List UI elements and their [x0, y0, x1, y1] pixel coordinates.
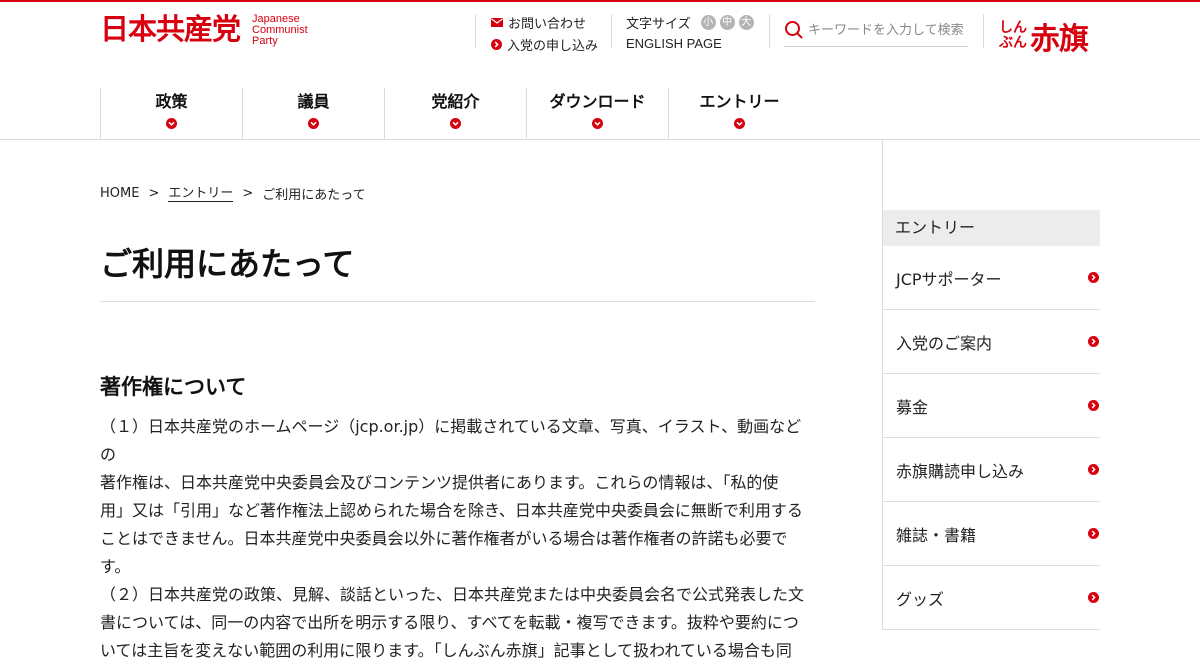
copyright-body: （１）日本共産党のホームページ（jcp.or.jp）に掲載されている文章、写真、…	[100, 413, 815, 665]
nav-label: 政策	[155, 92, 188, 111]
body-line: 著作権は、日本共産党中央委員会及びコンテンツ提供者にあります。これらの情報は、「…	[100, 473, 779, 492]
body-line: す。	[100, 557, 131, 576]
sidebar-item-label: グッズ	[896, 589, 945, 609]
font-size-small-button[interactable]: 小	[700, 14, 716, 30]
font-size-controls: 文字サイズ 小 中 大 ENGLISH PAGE	[626, 12, 754, 54]
title-divider	[100, 301, 815, 302]
site-logo[interactable]: 日本共産党 Japanese Communist Party	[100, 13, 308, 47]
arrow-circle-icon	[1088, 336, 1099, 347]
header-links: お問い合わせ 入党の申し込み	[491, 12, 598, 56]
english-page-link[interactable]: ENGLISH PAGE	[626, 34, 754, 54]
join-party-label: 入党の申し込み	[507, 38, 599, 54]
nav-item-entry[interactable]: エントリー	[668, 88, 810, 139]
sidebar-item-donation[interactable]: 募金	[883, 374, 1100, 438]
logo-japanese: 日本共産党	[100, 12, 241, 46]
nav-label: ダウンロード	[549, 92, 646, 111]
sidebar-item-label: 雑誌・書籍	[896, 525, 977, 545]
contact-link[interactable]: お問い合わせ	[491, 12, 598, 32]
font-size-label: 文字サイズ	[626, 16, 691, 32]
arrow-circle-icon	[1088, 400, 1099, 411]
header-divider	[611, 14, 612, 48]
body-line: いては主旨を変えない範囲の利用に限ります。「しんぶん赤旗」記事として扱われている…	[100, 641, 792, 660]
header-divider	[983, 14, 984, 48]
breadcrumb-home[interactable]: HOME	[100, 186, 139, 201]
body-line: ことはできません。日本共産党中央委員会以外に著作権者がいる場合は著作権者の許諾も…	[100, 529, 788, 548]
search-box	[784, 14, 968, 47]
akahata-logo-link[interactable]: しん ぶん 赤旗	[999, 14, 1089, 58]
chevron-down-icon	[308, 118, 319, 129]
logo-en-line: Party	[252, 35, 278, 47]
nav-item-policy[interactable]: 政策	[100, 88, 242, 139]
arrow-circle-icon	[1088, 464, 1099, 475]
body-line: （１）日本共産党のホームページ（jcp.or.jp）に掲載されている文章、写真、…	[100, 417, 802, 464]
sidebar-heading: エントリー	[883, 210, 1100, 246]
header-divider	[475, 14, 476, 48]
sidebar-menu: JCPサポーター 入党のご案内 募金 赤旗購読申し込み 雑誌・書籍 グッズ	[883, 246, 1100, 630]
logo-english: Japanese Communist Party	[252, 14, 308, 47]
global-nav: 政策 議員 党紹介 ダウンロード エントリー	[100, 88, 810, 139]
font-size-medium-button[interactable]: 中	[719, 14, 735, 30]
arrow-circle-icon	[1088, 592, 1099, 603]
nav-label: エントリー	[699, 92, 780, 111]
body-line: 用」又は「引用」など著作権法上認められた場合を除き、日本共産党中央委員会に無断で…	[100, 501, 803, 520]
section-title-copyright: 著作権について	[100, 375, 247, 399]
sidebar-item-label: 募金	[896, 397, 929, 417]
akahata-title: 赤旗	[1030, 22, 1089, 57]
nav-item-about[interactable]: 党紹介	[384, 88, 526, 139]
body-line: 書については、同一の内容で出所を明示する限り、すべてを転載・複写できます。抜粋や…	[100, 613, 799, 632]
arrow-circle-icon	[491, 38, 502, 50]
chevron-down-icon	[592, 118, 603, 129]
page-title: ご利用にあたって	[100, 245, 355, 283]
contact-label: お問い合わせ	[508, 16, 587, 32]
breadcrumb: HOME > エントリー > ご利用にあたって	[100, 184, 366, 204]
arrow-circle-icon	[1088, 272, 1099, 283]
breadcrumb-separator: >	[242, 186, 254, 201]
akahata-small-text: しん ぶん	[999, 21, 1027, 51]
breadcrumb-separator: >	[148, 186, 160, 201]
nav-label: 党紹介	[431, 92, 480, 111]
sidebar-item-join-guide[interactable]: 入党のご案内	[883, 310, 1100, 374]
font-size-large-button[interactable]: 大	[738, 14, 754, 30]
sidebar-item-jcp-supporter[interactable]: JCPサポーター	[883, 246, 1100, 310]
chevron-down-icon	[166, 118, 177, 129]
sidebar-item-label: 入党のご案内	[896, 333, 993, 353]
sidebar-item-label: JCPサポーター	[896, 269, 1002, 289]
chevron-down-icon	[734, 118, 745, 129]
header-divider	[769, 14, 770, 48]
sidebar-item-akahata-subscription[interactable]: 赤旗購読申し込み	[883, 438, 1100, 502]
search-icon[interactable]	[784, 20, 804, 40]
mail-icon	[491, 17, 503, 27]
top-accent-bar	[0, 0, 1200, 2]
akahata-small-line: しん	[999, 20, 1027, 36]
sidebar-item-label: 赤旗購読申し込み	[896, 461, 1025, 481]
breadcrumb-entry[interactable]: エントリー	[168, 186, 234, 202]
nav-item-download[interactable]: ダウンロード	[526, 88, 668, 139]
nav-label: 議員	[297, 92, 330, 111]
search-input[interactable]	[808, 22, 968, 38]
akahata-small-line: ぶん	[999, 35, 1027, 51]
nav-item-members[interactable]: 議員	[242, 88, 384, 139]
sidebar-item-magazines-books[interactable]: 雑誌・書籍	[883, 502, 1100, 566]
nav-divider	[0, 139, 1200, 140]
sidebar-item-goods[interactable]: グッズ	[883, 566, 1100, 630]
join-party-link[interactable]: 入党の申し込み	[491, 34, 598, 54]
chevron-down-icon	[450, 118, 461, 129]
breadcrumb-current: ご利用にあたって	[262, 188, 366, 203]
body-line: （２）日本共産党の政策、見解、談話といった、日本共産党または中央委員会名で公式発…	[100, 585, 805, 604]
arrow-circle-icon	[1088, 528, 1099, 539]
